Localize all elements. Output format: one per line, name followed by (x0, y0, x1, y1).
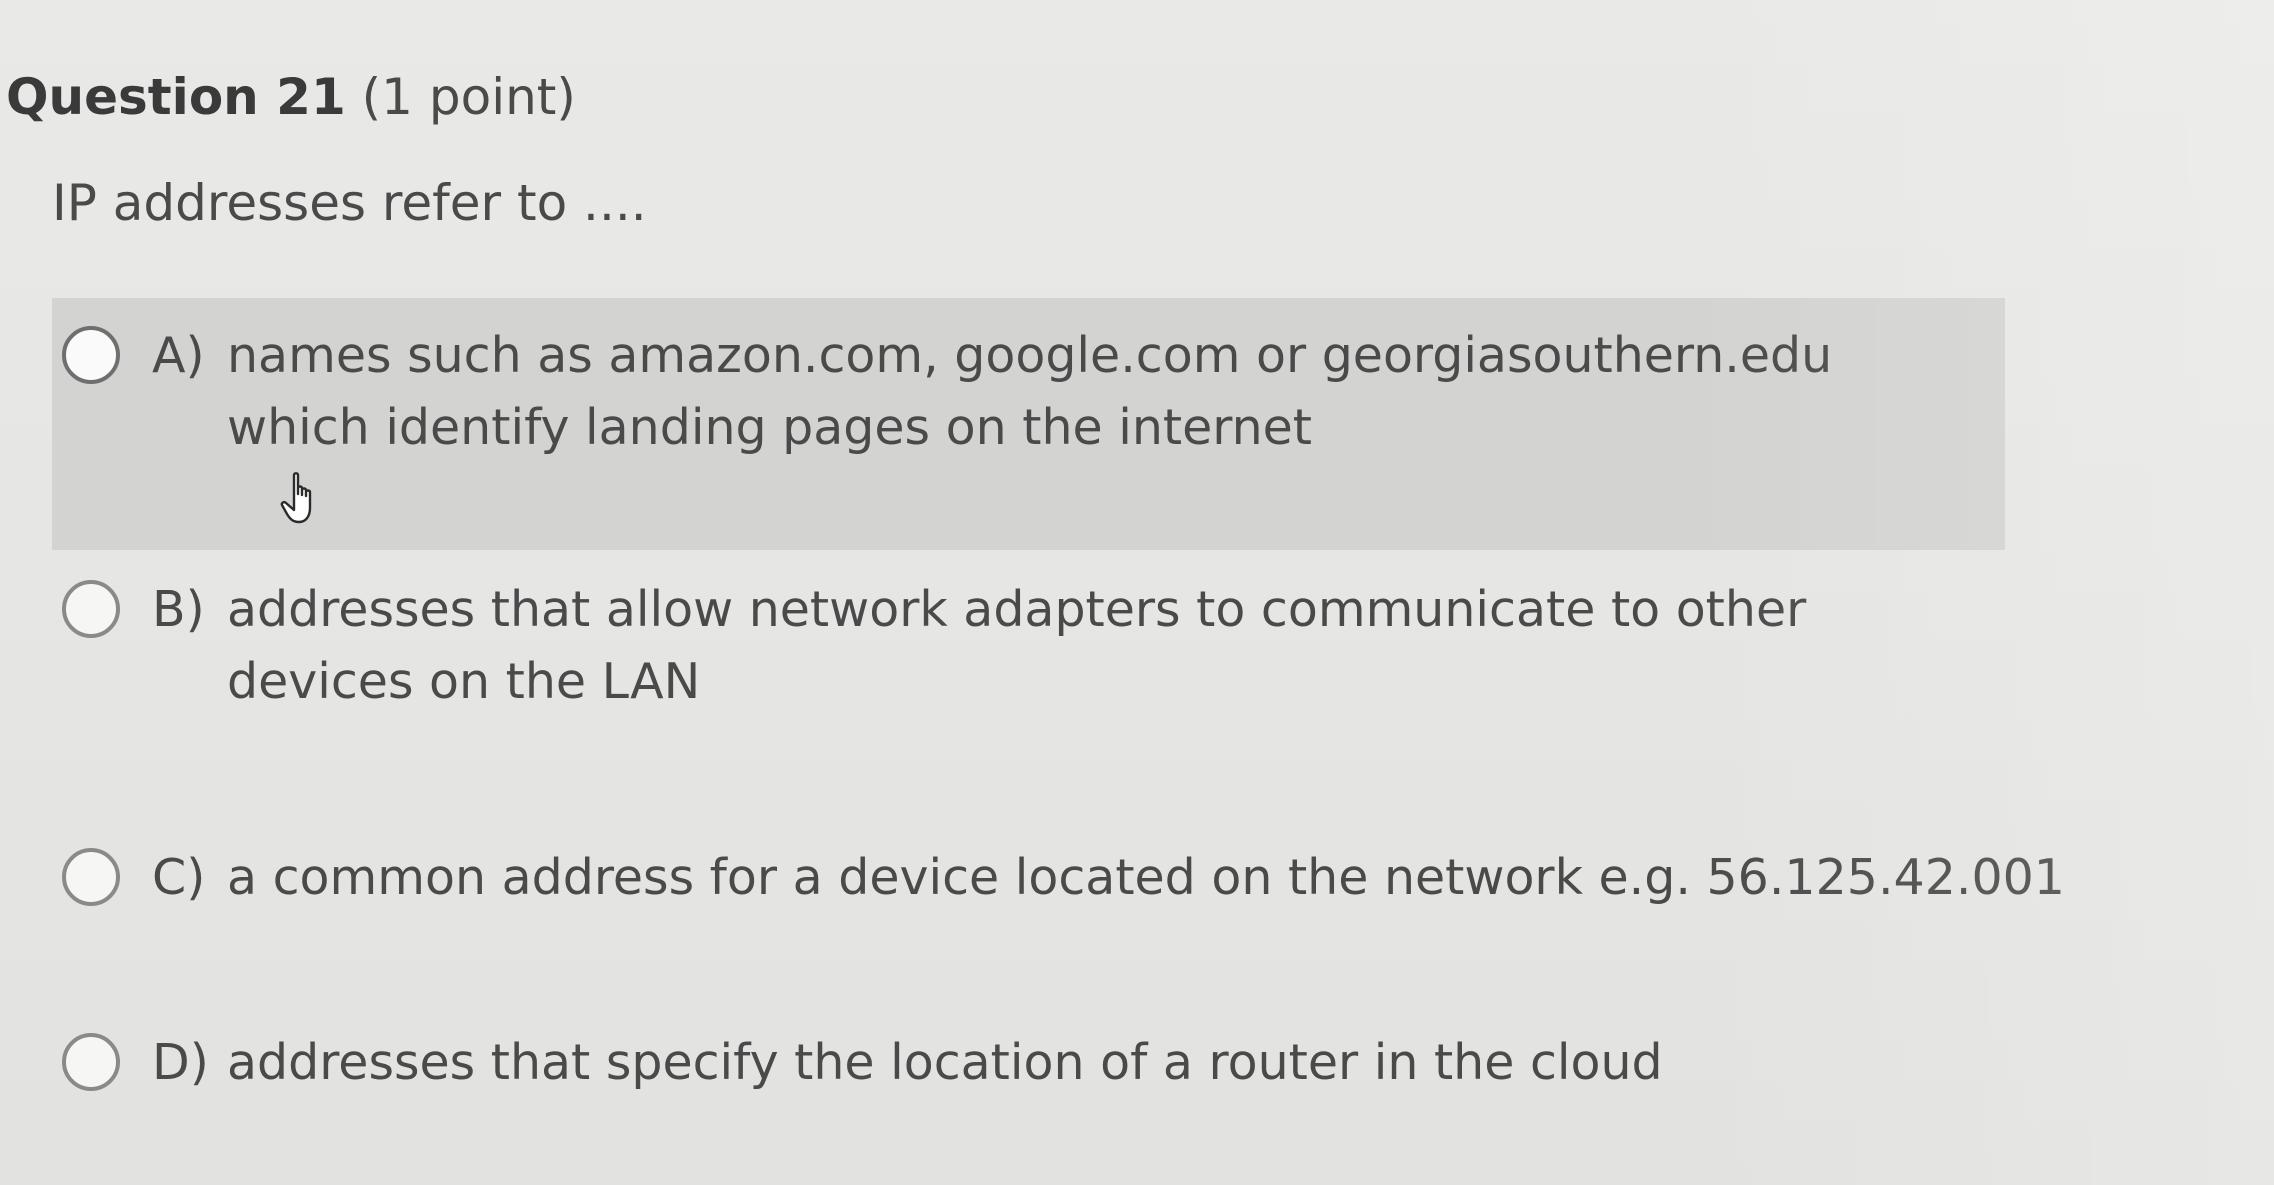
question-points: (1 point) (361, 68, 576, 126)
answer-option-c[interactable]: C) a common address for a device located… (52, 830, 2065, 940)
option-letter: D) (152, 1034, 209, 1091)
answer-option-d[interactable]: D) addresses that specify the location o… (52, 1015, 2005, 1125)
option-text[interactable]: addresses that allow network adapters to… (227, 574, 1997, 718)
answer-option-b[interactable]: B) addresses that allow network adapters… (52, 560, 2005, 740)
quiz-question: Question 21 (1 point) IP addresses refer… (0, 0, 2274, 1185)
radio-button-b[interactable] (62, 580, 120, 638)
option-letter: B) (152, 581, 205, 638)
question-title: Question 21 (6, 68, 346, 126)
option-text[interactable]: a common address for a device located on… (227, 842, 2065, 914)
question-prompt: IP addresses refer to .... (52, 174, 647, 232)
hand-pointer-icon (280, 472, 312, 524)
option-text[interactable]: addresses that specify the location of a… (227, 1027, 1997, 1099)
radio-button-c[interactable] (62, 848, 120, 906)
radio-button-d[interactable] (62, 1033, 120, 1091)
question-header: Question 21 (1 point) (6, 62, 576, 132)
answer-option-a[interactable]: A) names such as amazon.com, google.com … (52, 298, 2005, 550)
option-letter: A) (152, 327, 205, 384)
option-text[interactable]: names such as amazon.com, google.com or … (227, 320, 1947, 464)
option-letter: C) (152, 849, 206, 906)
radio-button-a[interactable] (62, 326, 120, 384)
